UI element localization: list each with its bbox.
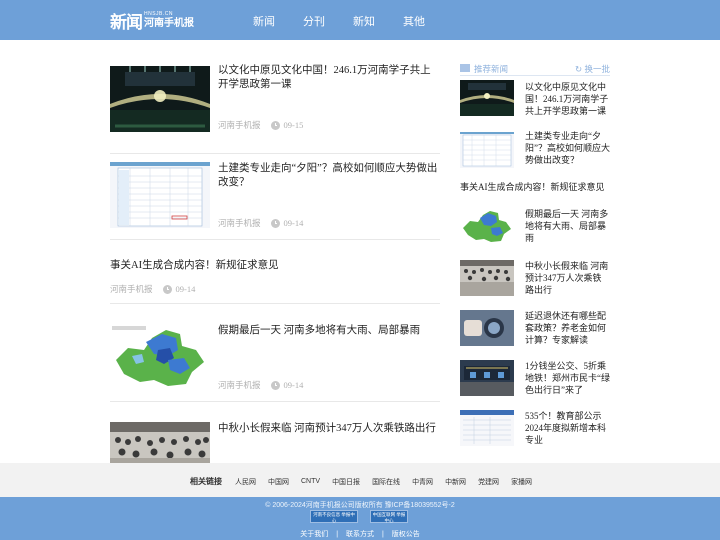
related-links: 相关链接 人民网 中国网 CNTV 中国日报 国际在线 中青网 中新网 党建网 … (190, 476, 544, 487)
sidebar-item[interactable]: 以文化中原见文化中国！246.1万河南学子共上开学思政第一课 (460, 80, 610, 120)
sidebar-thumbnail[interactable] (460, 132, 514, 168)
article-meta: 河南手机报 09-15 (218, 119, 303, 131)
article-meta: 河南手机报 09-14 (218, 217, 303, 229)
sidebar-item[interactable]: 535个！教育部公示2024年度拟新增本科专业 (460, 410, 610, 450)
clock-icon (270, 120, 280, 130)
link-chinadaily[interactable]: 中国日报 (332, 477, 360, 487)
top-header: 新闻 HNSJB.CN 河南手机报 新闻 分刊 新知 其他 (0, 0, 720, 40)
sidebar-thumbnail[interactable] (460, 260, 514, 296)
article-date: 09-14 (175, 284, 196, 294)
related-links-bar: 相关链接 人民网 中国网 CNTV 中国日报 国际在线 中青网 中新网 党建网 … (0, 463, 720, 497)
sidebar-header: 推荐新闻 ↻ 换一批 (460, 60, 610, 76)
article-title[interactable]: 土建类专业走向“夕阳”？高校如何顺应大势做出改变？ (218, 162, 440, 190)
article-meta: 河南手机报 09-14 (218, 379, 303, 391)
nav-knowledge[interactable]: 新知 (353, 13, 375, 29)
sidebar-thumbnail[interactable] (460, 208, 514, 244)
sidebar-item-title[interactable]: 1分钱坐公交、5折乘地铁！郑州市民卡“绿色出行日”来了 (525, 360, 610, 396)
internet-report-badge[interactable]: 中国互联网 举报中心 (370, 510, 408, 523)
sidebar-item[interactable]: 1分钱坐公交、5折乘地铁！郑州市民卡“绿色出行日”来了 (460, 360, 610, 400)
sidebar-item-title[interactable]: 以文化中原见文化中国！246.1万河南学子共上开学思政第一课 (525, 81, 610, 117)
article-source: 河南手机报 (218, 380, 261, 390)
article-thumbnail[interactable] (110, 422, 210, 463)
link-china[interactable]: 中国网 (268, 477, 289, 487)
sidebar-thumbnail[interactable] (460, 410, 514, 446)
link-dangjian[interactable]: 党建网 (478, 477, 499, 487)
sidebar-thumbnail[interactable] (460, 310, 514, 346)
link-cri[interactable]: 国际在线 (372, 477, 400, 487)
link-youth[interactable]: 中青网 (412, 477, 433, 487)
sidebar-thumbnail[interactable] (460, 80, 514, 116)
copyright-text: © 2006-2024河南手机报公司版权所有 豫ICP备18039552号-2 (265, 502, 455, 509)
article-source: 河南手机报 (218, 218, 261, 228)
link-people[interactable]: 人民网 (235, 477, 256, 487)
article-list: 以文化中原见文化中国！246.1万河南学子共上开学思政第一课 河南手机报 09-… (110, 40, 440, 463)
recommended-sidebar: 推荐新闻 ↻ 换一批 以文化中原见文化中国！246.1万河南学子共上开学思政第一… (460, 60, 610, 463)
sidebar-thumbnail[interactable] (460, 360, 514, 396)
logo-mark: 新闻 (110, 12, 143, 33)
link-cntv[interactable]: CNTV (301, 478, 320, 485)
logo-name: 河南手机报 (144, 17, 194, 29)
section-marker (460, 64, 470, 72)
related-links-heading: 相关链接 (190, 477, 222, 486)
sidebar-item[interactable]: 中秋小长假来临 河南预计347万人次乘铁路出行 (460, 260, 610, 300)
site-footer: © 2006-2024河南手机报公司版权所有 豫ICP备18039552号-2 … (0, 497, 720, 540)
report-center-badge[interactable]: 河南不良信息 举报中心 (310, 510, 358, 523)
article-source: 河南手机报 (218, 120, 261, 130)
sidebar-item[interactable]: 假期最后一天 河南多地将有大雨、局部暴雨 (460, 208, 610, 248)
nav-other[interactable]: 其他 (403, 13, 425, 29)
article-item[interactable]: 事关AI生成合成内容！新规征求意见 河南手机报 09-14 (110, 240, 440, 304)
refresh-button[interactable]: ↻ 换一批 (575, 63, 610, 75)
sidebar-item-title[interactable]: 535个！教育部公示2024年度拟新增本科专业 (525, 410, 610, 446)
sidebar-item-title[interactable]: 事关AI生成合成内容！新规征求意见 (460, 181, 610, 193)
sidebar-item[interactable]: 土建类专业走向“夕阳”？高校如何顺应大势做出改变？ (460, 130, 610, 172)
article-item[interactable]: 土建类专业走向“夕阳”？高校如何顺应大势做出改变？ 河南手机报 09-14 (110, 154, 440, 240)
article-source: 河南手机报 (110, 284, 153, 294)
sidebar-item-title[interactable]: 中秋小长假来临 河南预计347万人次乘铁路出行 (525, 260, 610, 296)
article-date: 09-14 (283, 218, 304, 228)
about-link[interactable]: 关于我们 (300, 531, 328, 538)
article-date: 09-15 (283, 120, 304, 130)
article-item[interactable]: 以文化中原见文化中国！246.1万河南学子共上开学思政第一课 河南手机报 09-… (110, 40, 440, 154)
clock-icon (270, 380, 280, 390)
article-title[interactable]: 以文化中原见文化中国！246.1万河南学子共上开学思政第一课 (218, 64, 440, 92)
article-title[interactable]: 假期最后一天 河南多地将有大雨、局部暴雨 (218, 324, 440, 338)
link-chinanews[interactable]: 中新网 (445, 477, 466, 487)
nav-news[interactable]: 新闻 (253, 13, 275, 29)
article-thumbnail[interactable] (110, 324, 210, 390)
site-logo[interactable]: 新闻 HNSJB.CN 河南手机报 (110, 8, 194, 33)
copyright-notice-link[interactable]: 版权公告 (392, 531, 420, 538)
clock-icon (270, 218, 280, 228)
refresh-icon: ↻ (574, 64, 583, 74)
article-date: 09-14 (283, 380, 304, 390)
sidebar-item[interactable]: 延迟退休还有哪些配套政策？养老金如何计算？专家解读 (460, 310, 610, 350)
article-title[interactable]: 事关AI生成合成内容！新规征求意见 (110, 259, 440, 273)
article-thumbnail[interactable] (110, 66, 210, 132)
footer-separator: | (381, 531, 384, 538)
link-jiabo[interactable]: 家播网 (511, 477, 532, 487)
sidebar-item-title[interactable]: 土建类专业走向“夕阳”？高校如何顺应大势做出改变？ (525, 130, 610, 166)
sidebar-item-title[interactable]: 假期最后一天 河南多地将有大雨、局部暴雨 (525, 208, 610, 244)
nav-editions[interactable]: 分刊 (303, 13, 325, 29)
main-nav: 新闻 分刊 新知 其他 (253, 13, 453, 29)
logo-domain: HNSJB.CN (144, 10, 174, 17)
article-item[interactable]: 假期最后一天 河南多地将有大雨、局部暴雨 河南手机报 09-14 (110, 304, 440, 402)
article-meta: 河南手机报 09-14 (110, 283, 195, 295)
article-thumbnail[interactable] (110, 162, 210, 228)
contact-link[interactable]: 联系方式 (346, 531, 374, 538)
article-item[interactable]: 中秋小长假来临 河南预计347万人次乘铁路出行 (110, 402, 440, 463)
sidebar-heading: 推荐新闻 (474, 64, 509, 74)
footer-separator: | (336, 531, 339, 538)
footer-links: 关于我们 | 联系方式 | 版权公告 (0, 529, 720, 539)
clock-icon (162, 284, 172, 294)
sidebar-item-title[interactable]: 延迟退休还有哪些配套政策？养老金如何计算？专家解读 (525, 310, 610, 346)
article-title[interactable]: 中秋小长假来临 河南预计347万人次乘铁路出行 (218, 422, 440, 436)
